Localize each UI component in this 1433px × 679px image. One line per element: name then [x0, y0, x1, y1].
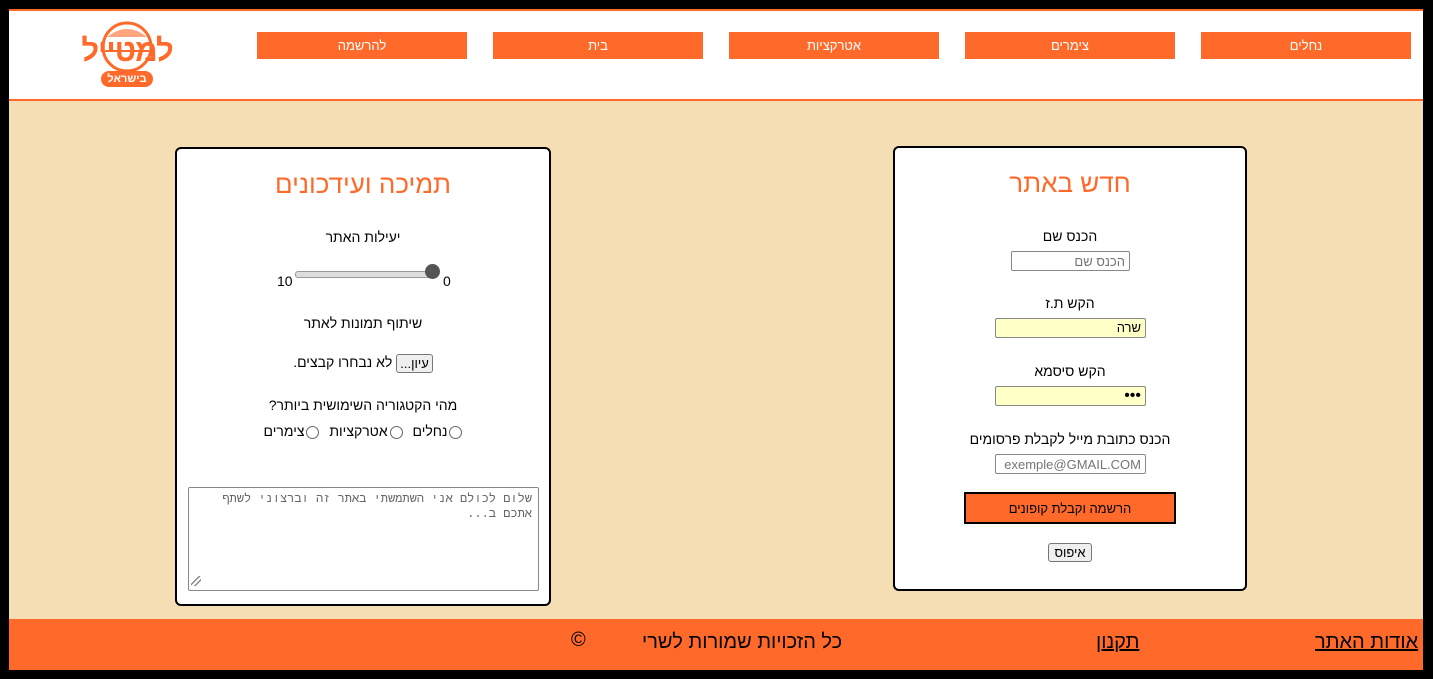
name-input[interactable]: [1011, 251, 1130, 271]
slider-max-label: 10: [277, 273, 293, 289]
feedback-textarea[interactable]: שלום לכולם אני השתמשתי באתר זה וברצוני ל…: [188, 487, 539, 591]
id-input[interactable]: שרה: [995, 318, 1146, 338]
photos-label: שיתוף תמונות לאתר: [303, 315, 423, 331]
efficiency-slider-track[interactable]: [295, 271, 435, 278]
card-title: תמיכה ועידכונים: [274, 169, 452, 199]
nav-item-streams[interactable]: נחלים: [1201, 32, 1411, 59]
terms-link[interactable]: תקנון: [1096, 631, 1139, 654]
about-link[interactable]: אודות האתר: [1315, 631, 1418, 654]
page-frame: למטייל בישראל נחלים צימרים אטרקציות בית …: [9, 9, 1423, 670]
efficiency-label: יעילות האתר: [325, 229, 401, 245]
file-status: לא נבחרו קבצים.: [293, 354, 393, 371]
radio-option[interactable]: נחלים: [413, 423, 463, 439]
nav-item-register[interactable]: להרשמה: [257, 32, 467, 59]
new-on-site-card: חדש באתר הכנס שם הקש ת.ז שרה הקש סיסמא •…: [893, 146, 1247, 591]
category-radio-group: נחלים אטרקציות צימרים: [177, 423, 549, 439]
password-input[interactable]: •••: [995, 386, 1146, 406]
radio-circle[interactable]: [306, 425, 320, 439]
radio-option[interactable]: צימרים: [264, 423, 320, 439]
radio-option[interactable]: אטרקציות: [329, 423, 403, 439]
file-browse-button[interactable]: עיון...: [396, 354, 433, 373]
slider-min-label: 0: [443, 273, 451, 289]
nav-item-home[interactable]: בית: [493, 32, 703, 59]
card-title: חדש באתר: [1009, 168, 1131, 198]
email-input[interactable]: [995, 454, 1146, 474]
name-label: הכנס שם: [1042, 228, 1098, 244]
logo-title: למטייל: [81, 33, 173, 68]
category-question: מהי הקטגוריה השימושית ביותר?: [268, 397, 458, 413]
copyright-icon: ©: [571, 629, 586, 651]
copyright-text: כל הזכויות שמורות לשרי: [642, 631, 843, 653]
file-upload: עיון... לא נבחרו קבצים.: [177, 354, 549, 373]
support-card: תמיכה ועידכונים יעילות האתר 10 0 שיתוף ת…: [175, 147, 551, 606]
email-label: הכנס כתובת מייל לקבלת פרסומים: [969, 431, 1171, 447]
site-footer: אודות האתר תקנון כל הזכויות שמורות לשרי …: [9, 619, 1423, 670]
radio-circle[interactable]: [449, 425, 463, 439]
reset-button[interactable]: איפוס: [1048, 543, 1092, 562]
nav-item-cabins[interactable]: צימרים: [965, 32, 1175, 59]
radio-circle[interactable]: [389, 425, 403, 439]
resize-grip-icon[interactable]: [191, 576, 201, 586]
site-logo[interactable]: למטייל בישראל: [77, 17, 177, 91]
id-label: הקש ת.ז: [1045, 295, 1095, 311]
password-label: הקש סיסמא: [1034, 363, 1106, 379]
nav-item-attractions[interactable]: אטרקציות: [729, 32, 939, 59]
register-button[interactable]: הרשמה וקבלת קופונים: [964, 492, 1176, 524]
efficiency-slider-thumb[interactable]: [425, 264, 440, 279]
site-header: למטייל בישראל נחלים צימרים אטרקציות בית …: [9, 9, 1423, 101]
logo-subtitle: בישראל: [101, 71, 153, 87]
